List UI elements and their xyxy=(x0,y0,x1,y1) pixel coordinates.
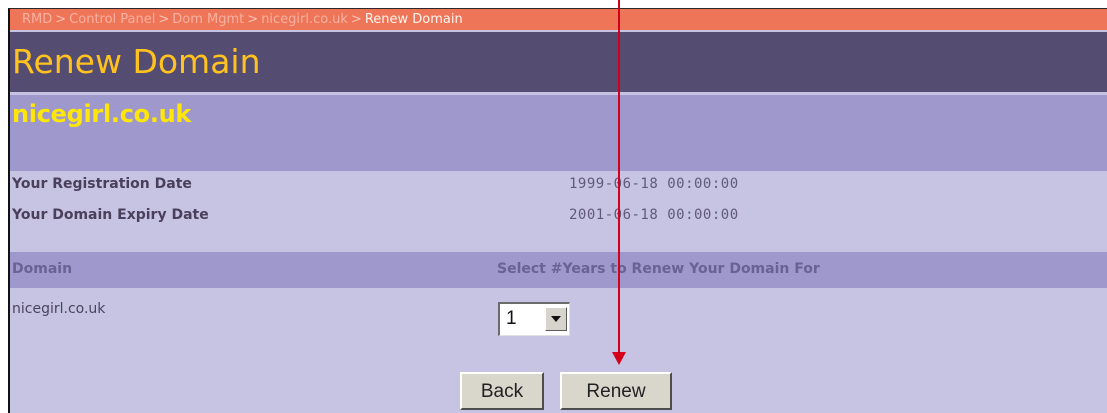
chevron-down-glyph xyxy=(551,316,561,322)
screenshot: RMD > Control Panel > Dom Mgmt > nicegirl.co.u… xyxy=(0,0,1107,413)
breadcrumb-separator: > xyxy=(158,12,170,27)
column-header-years: Select #Years to Renew Your Domain For xyxy=(497,261,820,277)
registration-date-value: 1999-06-18 00:00:00 xyxy=(569,176,739,192)
control-panel-window: RMD > Control Panel > Dom Mgmt > nicegirl.co.u… xyxy=(8,8,1107,413)
table-row-domain: nicegirl.co.uk xyxy=(12,301,106,317)
breadcrumb-separator: > xyxy=(247,12,259,27)
back-button[interactable]: Back xyxy=(460,372,544,410)
years-select-value: 1 xyxy=(506,308,517,329)
page-title-bar: Renew Domain xyxy=(10,32,1107,92)
domain-heading-bar: nicegirl.co.uk xyxy=(10,95,1107,171)
breadcrumb-separator: > xyxy=(350,12,362,27)
years-select[interactable]: 1 xyxy=(498,302,570,336)
chevron-down-icon[interactable] xyxy=(545,307,567,331)
breadcrumb: RMD > Control Panel > Dom Mgmt > nicegirl.co.u… xyxy=(10,9,1107,30)
breadcrumb-item-domain[interactable]: nicegirl.co.uk xyxy=(261,12,348,27)
table-header: Domain Select #Years to Renew Your Domai… xyxy=(10,252,1107,288)
breadcrumb-item-dom-mgmt[interactable]: Dom Mgmt xyxy=(172,12,244,27)
expiry-date-value: 2001-06-18 00:00:00 xyxy=(569,207,739,223)
domain-heading: nicegirl.co.uk xyxy=(12,100,192,128)
page-title: Renew Domain xyxy=(12,42,261,81)
expiry-date-label: Your Domain Expiry Date xyxy=(12,207,209,223)
breadcrumb-separator: > xyxy=(55,12,67,27)
registration-date-label: Your Registration Date xyxy=(12,176,192,192)
breadcrumb-item-control-panel[interactable]: Control Panel xyxy=(69,12,155,27)
breadcrumb-current: Renew Domain xyxy=(364,12,463,27)
renew-button[interactable]: Renew xyxy=(560,372,672,410)
breadcrumb-item-rmd[interactable]: RMD xyxy=(22,12,52,27)
column-header-domain: Domain xyxy=(12,261,73,277)
